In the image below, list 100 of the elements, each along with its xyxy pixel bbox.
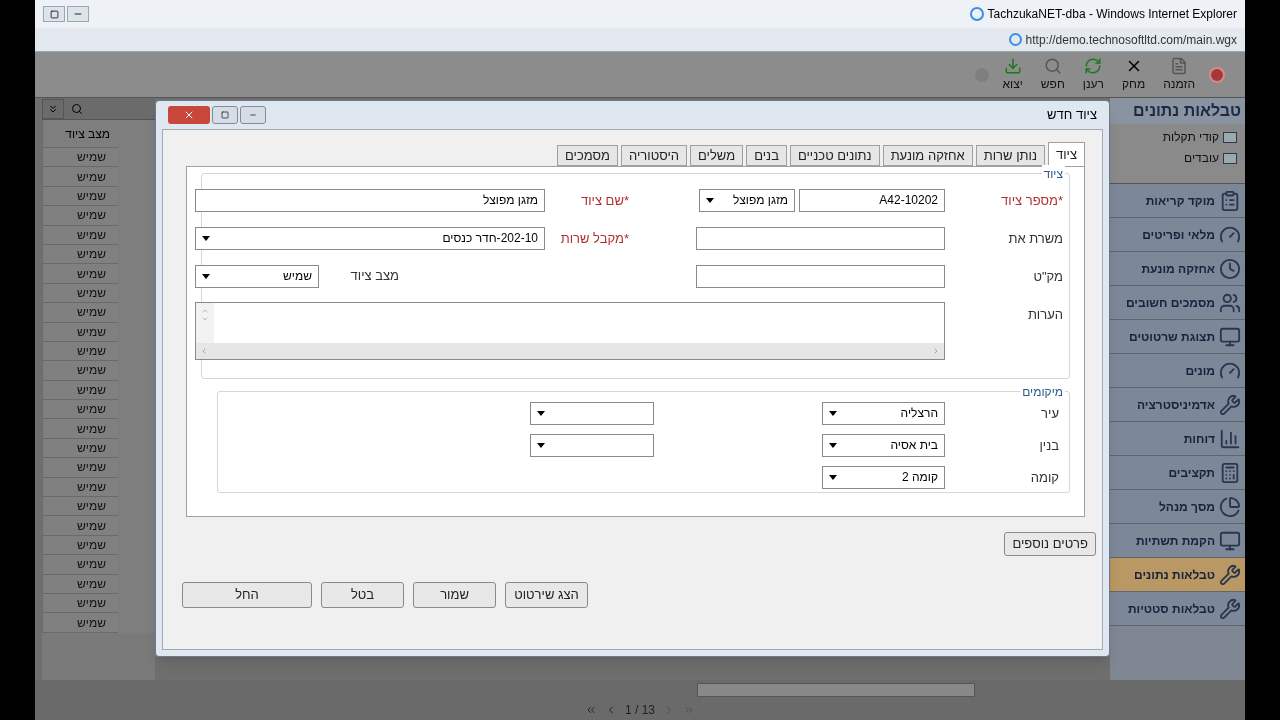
- nav-button[interactable]: תקציבים: [1110, 456, 1245, 490]
- toolbar-button[interactable]: הזמנה: [1159, 56, 1199, 93]
- nav-button[interactable]: מלאי ופריטים: [1110, 218, 1245, 252]
- expand-icon[interactable]: [42, 98, 64, 119]
- refresh-icon: [1084, 56, 1103, 75]
- table-cell: שמיש: [42, 574, 118, 594]
- toolbar-button[interactable]: מחק: [1118, 56, 1150, 93]
- table-cell: שמיש: [42, 186, 118, 207]
- tab[interactable]: אחזקה מונעת: [882, 145, 973, 166]
- close-button[interactable]: [168, 106, 210, 124]
- caret-icon: [829, 410, 837, 416]
- text-field[interactable]: [696, 264, 945, 288]
- monitor-icon: [1223, 152, 1237, 164]
- nav-button[interactable]: טבלאות סטטיות: [1110, 592, 1245, 626]
- table-cell: שמיש: [42, 613, 118, 633]
- toolbar-button[interactable]: יצוא: [998, 56, 1027, 93]
- tab[interactable]: משלים: [690, 145, 744, 166]
- text-field[interactable]: מזגן מפוצל: [195, 188, 545, 212]
- tab[interactable]: היסטוריה: [621, 145, 688, 166]
- wrench-icon: [1219, 393, 1241, 416]
- table-cell: שמיש: [42, 516, 118, 536]
- dropdown[interactable]: מזגן מפוצל: [699, 188, 795, 212]
- dropdown[interactable]: [530, 401, 654, 425]
- dropdown[interactable]: 202-10-חדר כנסים: [195, 226, 545, 250]
- minimize-icon: [249, 111, 257, 119]
- dropdown[interactable]: קומה 2: [822, 465, 945, 489]
- dialog-button[interactable]: שמור: [413, 582, 496, 608]
- dialog-button[interactable]: החל: [182, 582, 312, 608]
- maximize-button[interactable]: [43, 6, 65, 22]
- wrench-icon: [1219, 597, 1241, 620]
- tab[interactable]: ציוד: [1047, 142, 1085, 167]
- maximize-button[interactable]: [212, 106, 238, 124]
- field-label: קומה: [1030, 470, 1059, 485]
- pie-chart-icon: [1219, 495, 1241, 518]
- tab[interactable]: נותן שרות: [975, 145, 1045, 166]
- browser-icon: [1008, 33, 1022, 46]
- bar-chart-icon: [1219, 427, 1241, 450]
- tab[interactable]: נתונים טכניים: [789, 145, 880, 166]
- nav-button[interactable]: מסך מנהל: [1110, 490, 1245, 524]
- dialog-button[interactable]: בטל: [321, 582, 404, 608]
- scroll-up-icon[interactable]: [201, 307, 209, 315]
- monitor-icon: [1223, 131, 1237, 143]
- tree-item[interactable]: קודי תקלות: [1162, 128, 1219, 146]
- monitor-icon: [1219, 325, 1241, 348]
- nav-button[interactable]: תצוגת שרטוטים: [1110, 320, 1245, 354]
- dropdown[interactable]: בית אסיה: [822, 433, 945, 457]
- address-field[interactable]: http://demo.technosoftltd.com/main.wgx: [1025, 30, 1237, 49]
- tab[interactable]: מסמכים: [556, 145, 618, 166]
- table-cell: שמיש: [42, 477, 118, 498]
- table-cell: שמיש: [42, 225, 118, 245]
- table-cell: שמיש: [42, 497, 118, 517]
- nav-button[interactable]: אדמיניסטרציה: [1110, 388, 1245, 422]
- table-cell: שמיש: [42, 264, 118, 284]
- dropdown[interactable]: הרצליה: [822, 401, 945, 425]
- table-cell: שמיש: [42, 244, 118, 265]
- field-label: *מספר ציוד: [1001, 193, 1063, 208]
- caret-icon: [829, 474, 837, 480]
- scroll-right-icon[interactable]: [932, 347, 940, 355]
- toolbar-button[interactable]: חפש: [1036, 56, 1069, 93]
- tab[interactable]: בנים: [746, 145, 787, 166]
- nav-button[interactable]: מונים: [1110, 354, 1245, 388]
- field-label: *שם ציוד: [580, 193, 629, 208]
- nav-button[interactable]: דוחות: [1110, 422, 1245, 456]
- notes-field[interactable]: [195, 302, 945, 360]
- tree-item[interactable]: עובדים: [1184, 149, 1219, 167]
- caret-icon: [706, 197, 714, 203]
- caret-icon: [202, 235, 210, 241]
- minimize-button[interactable]: [240, 106, 266, 124]
- field-label: בנין: [1039, 438, 1059, 453]
- caret-icon: [537, 442, 545, 448]
- wrench-icon: [1219, 563, 1241, 586]
- nav-button[interactable]: מסמכים חשובים: [1110, 286, 1245, 320]
- column-header[interactable]: מצב ציוד: [42, 120, 118, 148]
- toolbar-button[interactable]: רענן: [1078, 56, 1108, 93]
- first-page-icon[interactable]: [585, 704, 597, 716]
- table-cell: שמיש: [42, 419, 118, 439]
- dialog-button[interactable]: הצג שירטוט: [505, 582, 588, 608]
- download-icon: [1003, 56, 1022, 75]
- window-title: TachzukaNET-dba - Windows Internet Explorer: [987, 6, 1237, 23]
- text-field[interactable]: A42-10202: [799, 188, 945, 212]
- nav-button[interactable]: מוקד קריאות: [1110, 184, 1245, 218]
- caret-icon: [829, 442, 837, 448]
- table-cell: שמיש: [42, 341, 118, 362]
- scrollbar[interactable]: [697, 683, 975, 697]
- field-label: *מקבל שרות: [560, 231, 629, 246]
- minimize-button[interactable]: [67, 6, 89, 22]
- scroll-down-icon[interactable]: [201, 315, 209, 323]
- text-field[interactable]: [696, 226, 945, 250]
- nav-button[interactable]: טבלאות נתונים: [1110, 558, 1245, 592]
- dropdown[interactable]: [530, 433, 654, 457]
- more-details-button[interactable]: פרטים נוספים: [1004, 532, 1096, 556]
- scroll-left-icon[interactable]: [200, 347, 208, 355]
- table-cell: שמיש: [42, 303, 118, 323]
- dialog-title: ציוד חדש: [1047, 106, 1098, 125]
- document-icon: [1170, 56, 1189, 75]
- nav-button[interactable]: הקמת תשתיות: [1110, 524, 1245, 558]
- field-label: מצב ציוד: [350, 267, 400, 286]
- nav-button[interactable]: אחזקה מונעת: [1110, 252, 1245, 286]
- dropdown[interactable]: שמיש: [195, 264, 319, 288]
- maximize-icon: [49, 9, 59, 19]
